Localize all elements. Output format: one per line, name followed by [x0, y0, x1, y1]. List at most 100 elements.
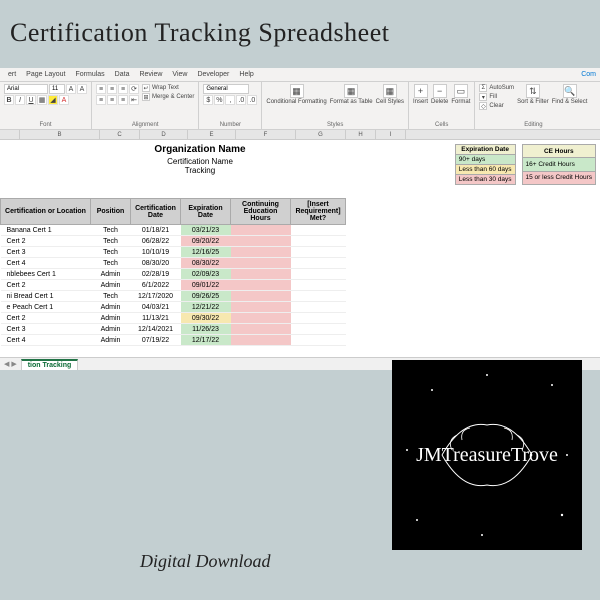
cell-cert-date[interactable]: 04/03/21: [131, 302, 181, 313]
col-f[interactable]: F: [236, 130, 296, 139]
cell-cert-date[interactable]: 08/30/20: [131, 258, 181, 269]
cell-name[interactable]: nblebees Cert 1: [1, 269, 91, 280]
col-d[interactable]: D: [140, 130, 188, 139]
cell-position[interactable]: Admin: [91, 280, 131, 291]
tab-formulas[interactable]: Formulas: [75, 71, 104, 78]
cell-ce-hours[interactable]: [231, 258, 291, 269]
col-c[interactable]: C: [100, 130, 140, 139]
tab-review[interactable]: Review: [139, 71, 162, 78]
table-row[interactable]: ni Bread Cert 1 Tech 12/17/2020 09/26/25: [1, 291, 346, 302]
cell-req-met[interactable]: [291, 280, 346, 291]
cell-position[interactable]: Admin: [91, 313, 131, 324]
cell-exp-date[interactable]: 03/21/23: [181, 225, 231, 236]
cell-req-met[interactable]: [291, 236, 346, 247]
cell-exp-date[interactable]: 12/21/22: [181, 302, 231, 313]
cell-cert-date[interactable]: 12/17/2020: [131, 291, 181, 302]
table-row[interactable]: nblebees Cert 1 Admin 02/28/19 02/09/23: [1, 269, 346, 280]
cell-name[interactable]: Cert 4: [1, 335, 91, 346]
increase-decimal-icon[interactable]: .0: [236, 95, 246, 105]
cell-name[interactable]: Cert 2: [1, 236, 91, 247]
comma-icon[interactable]: ,: [225, 95, 235, 105]
cell-exp-date[interactable]: 09/20/22: [181, 236, 231, 247]
table-row[interactable]: Cert 3 Tech 10/10/19 12/16/25: [1, 247, 346, 258]
cell-cert-date[interactable]: 10/10/19: [131, 247, 181, 258]
sheet-tab[interactable]: tion Tracking: [21, 359, 79, 370]
cell-cert-date[interactable]: 06/28/22: [131, 236, 181, 247]
tab-page-layout[interactable]: Page Layout: [26, 71, 65, 78]
fill-button[interactable]: ▾Fill: [479, 93, 514, 101]
worksheet[interactable]: Organization Name Certification Name Tra…: [0, 140, 600, 370]
cell-req-met[interactable]: [291, 324, 346, 335]
border-button[interactable]: ▦: [37, 95, 47, 105]
cell-name[interactable]: Cert 3: [1, 324, 91, 335]
cell-name[interactable]: e Peach Cert 1: [1, 302, 91, 313]
tab-data[interactable]: Data: [115, 71, 130, 78]
percent-icon[interactable]: %: [214, 95, 224, 105]
cell-ce-hours[interactable]: [231, 291, 291, 302]
align-center-icon[interactable]: ≡: [107, 95, 117, 105]
cell-position[interactable]: Tech: [91, 225, 131, 236]
orientation-icon[interactable]: ⟳: [129, 84, 139, 94]
cell-exp-date[interactable]: 08/30/22: [181, 258, 231, 269]
cell-cert-date[interactable]: 01/18/21: [131, 225, 181, 236]
cell-position[interactable]: Admin: [91, 269, 131, 280]
col-g[interactable]: G: [296, 130, 346, 139]
cell-position[interactable]: Tech: [91, 291, 131, 302]
number-format-select[interactable]: General: [203, 84, 249, 94]
autosum-button[interactable]: ΣAutoSum: [479, 84, 514, 92]
tab-developer[interactable]: Developer: [197, 71, 229, 78]
cell-req-met[interactable]: [291, 291, 346, 302]
cell-exp-date[interactable]: 09/26/25: [181, 291, 231, 302]
cell-req-met[interactable]: [291, 269, 346, 280]
cell-ce-hours[interactable]: [231, 302, 291, 313]
cell-name[interactable]: ni Bread Cert 1: [1, 291, 91, 302]
cell-req-met[interactable]: [291, 313, 346, 324]
cell-name[interactable]: Cert 2: [1, 280, 91, 291]
fill-color-button[interactable]: ◢: [48, 95, 58, 105]
font-size-select[interactable]: 11: [49, 84, 65, 94]
currency-icon[interactable]: $: [203, 95, 213, 105]
table-row[interactable]: Cert 4 Tech 08/30/20 08/30/22: [1, 258, 346, 269]
cell-position[interactable]: Tech: [91, 247, 131, 258]
cell-exp-date[interactable]: 12/17/22: [181, 335, 231, 346]
clear-button[interactable]: ◇Clear: [479, 102, 514, 110]
cell-cert-date[interactable]: 11/13/21: [131, 313, 181, 324]
cell-ce-hours[interactable]: [231, 313, 291, 324]
col-e[interactable]: E: [188, 130, 236, 139]
cell-ce-hours[interactable]: [231, 225, 291, 236]
cell-ce-hours[interactable]: [231, 335, 291, 346]
cell-exp-date[interactable]: 02/09/23: [181, 269, 231, 280]
cell-name[interactable]: Cert 3: [1, 247, 91, 258]
font-color-button[interactable]: A: [59, 95, 69, 105]
table-row[interactable]: Cert 3 Admin 12/14/2021 11/26/23: [1, 324, 346, 335]
cell-ce-hours[interactable]: [231, 280, 291, 291]
bold-button[interactable]: B: [4, 95, 14, 105]
tab-view[interactable]: View: [172, 71, 187, 78]
tab-help[interactable]: Help: [239, 71, 253, 78]
cell-cert-date[interactable]: 07/19/22: [131, 335, 181, 346]
table-row[interactable]: Cert 2 Admin 11/13/21 09/30/22: [1, 313, 346, 324]
format-button[interactable]: ▭Format: [451, 84, 470, 105]
col-a[interactable]: [0, 130, 20, 139]
cell-exp-date[interactable]: 12/16/25: [181, 247, 231, 258]
decrease-decimal-icon[interactable]: .0: [247, 95, 257, 105]
underline-button[interactable]: U: [26, 95, 36, 105]
comments-button[interactable]: Com: [581, 71, 600, 78]
increase-font-icon[interactable]: A: [66, 84, 76, 94]
cell-ce-hours[interactable]: [231, 324, 291, 335]
cell-position[interactable]: Admin: [91, 302, 131, 313]
table-row[interactable]: Cert 4 Admin 07/19/22 12/17/22: [1, 335, 346, 346]
cell-position[interactable]: Tech: [91, 258, 131, 269]
cell-req-met[interactable]: [291, 302, 346, 313]
cell-cert-date[interactable]: 6/1/2022: [131, 280, 181, 291]
indent-icon[interactable]: ⇤: [129, 95, 139, 105]
table-row[interactable]: Cert 2 Admin 6/1/2022 09/01/22: [1, 280, 346, 291]
cell-name[interactable]: Banana Cert 1: [1, 225, 91, 236]
delete-button[interactable]: −Delete: [431, 84, 448, 105]
col-h[interactable]: H: [346, 130, 376, 139]
cell-req-met[interactable]: [291, 335, 346, 346]
cell-req-met[interactable]: [291, 247, 346, 258]
cell-exp-date[interactable]: 11/26/23: [181, 324, 231, 335]
table-row[interactable]: e Peach Cert 1 Admin 04/03/21 12/21/22: [1, 302, 346, 313]
cell-position[interactable]: Tech: [91, 236, 131, 247]
